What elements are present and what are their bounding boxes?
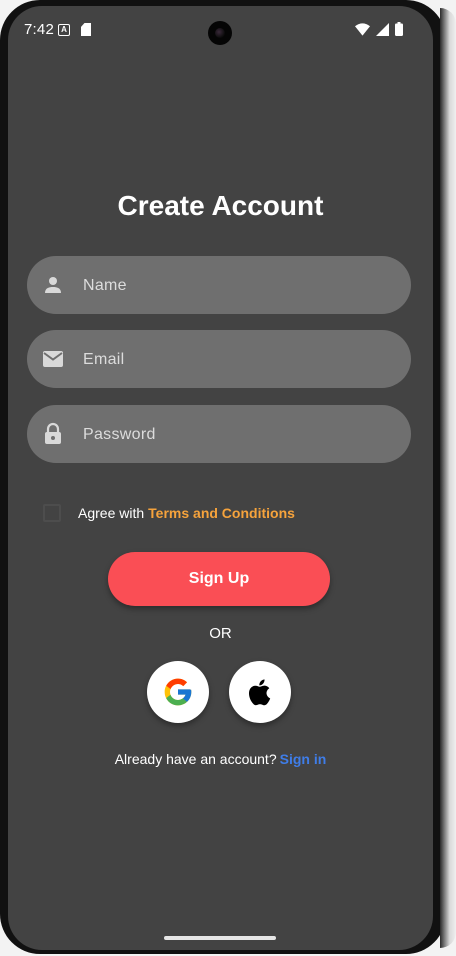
lock-icon bbox=[45, 422, 61, 444]
a-notification-icon: A bbox=[58, 24, 70, 36]
email-field[interactable] bbox=[27, 330, 411, 390]
terms-row: Agree with Terms and Conditions bbox=[43, 502, 295, 524]
status-time: 7:42 bbox=[24, 21, 54, 38]
mail-icon bbox=[43, 351, 63, 367]
terms-prefix: Agree with bbox=[78, 505, 145, 521]
page-title: Create Account bbox=[117, 190, 324, 221]
sign-in-link[interactable]: Sign in bbox=[280, 751, 327, 767]
name-field[interactable] bbox=[27, 256, 411, 316]
or-divider: OR bbox=[209, 625, 232, 642]
email-input[interactable] bbox=[81, 330, 395, 390]
sign-up-button[interactable]: Sign Up bbox=[108, 552, 330, 606]
app-screen: 7:42 A Create Account Name Email Agree w… bbox=[8, 6, 433, 950]
sign-in-prompt: Already have an account? bbox=[114, 751, 277, 767]
google-signin-button[interactable] bbox=[147, 661, 209, 723]
person-icon bbox=[45, 277, 61, 293]
battery-icon bbox=[395, 22, 403, 36]
wifi-icon bbox=[355, 22, 370, 36]
password-input[interactable] bbox=[81, 405, 395, 465]
apple-icon bbox=[249, 679, 271, 706]
status-bar: 7:42 A bbox=[8, 6, 433, 50]
google-icon bbox=[164, 678, 192, 706]
terms-checkbox[interactable] bbox=[43, 504, 61, 522]
sign-in-prompt-row: Already have an account? Sign in bbox=[8, 751, 433, 767]
status-right-icons bbox=[355, 22, 403, 36]
password-field[interactable] bbox=[27, 405, 411, 465]
device-edge bbox=[440, 8, 456, 948]
name-input[interactable] bbox=[81, 256, 395, 316]
sd-card-icon bbox=[81, 23, 91, 36]
home-indicator[interactable] bbox=[164, 936, 276, 940]
apple-signin-button[interactable] bbox=[229, 661, 291, 723]
front-camera bbox=[208, 21, 232, 45]
signal-icon bbox=[376, 22, 389, 36]
terms-link[interactable]: Terms and Conditions bbox=[148, 505, 295, 521]
